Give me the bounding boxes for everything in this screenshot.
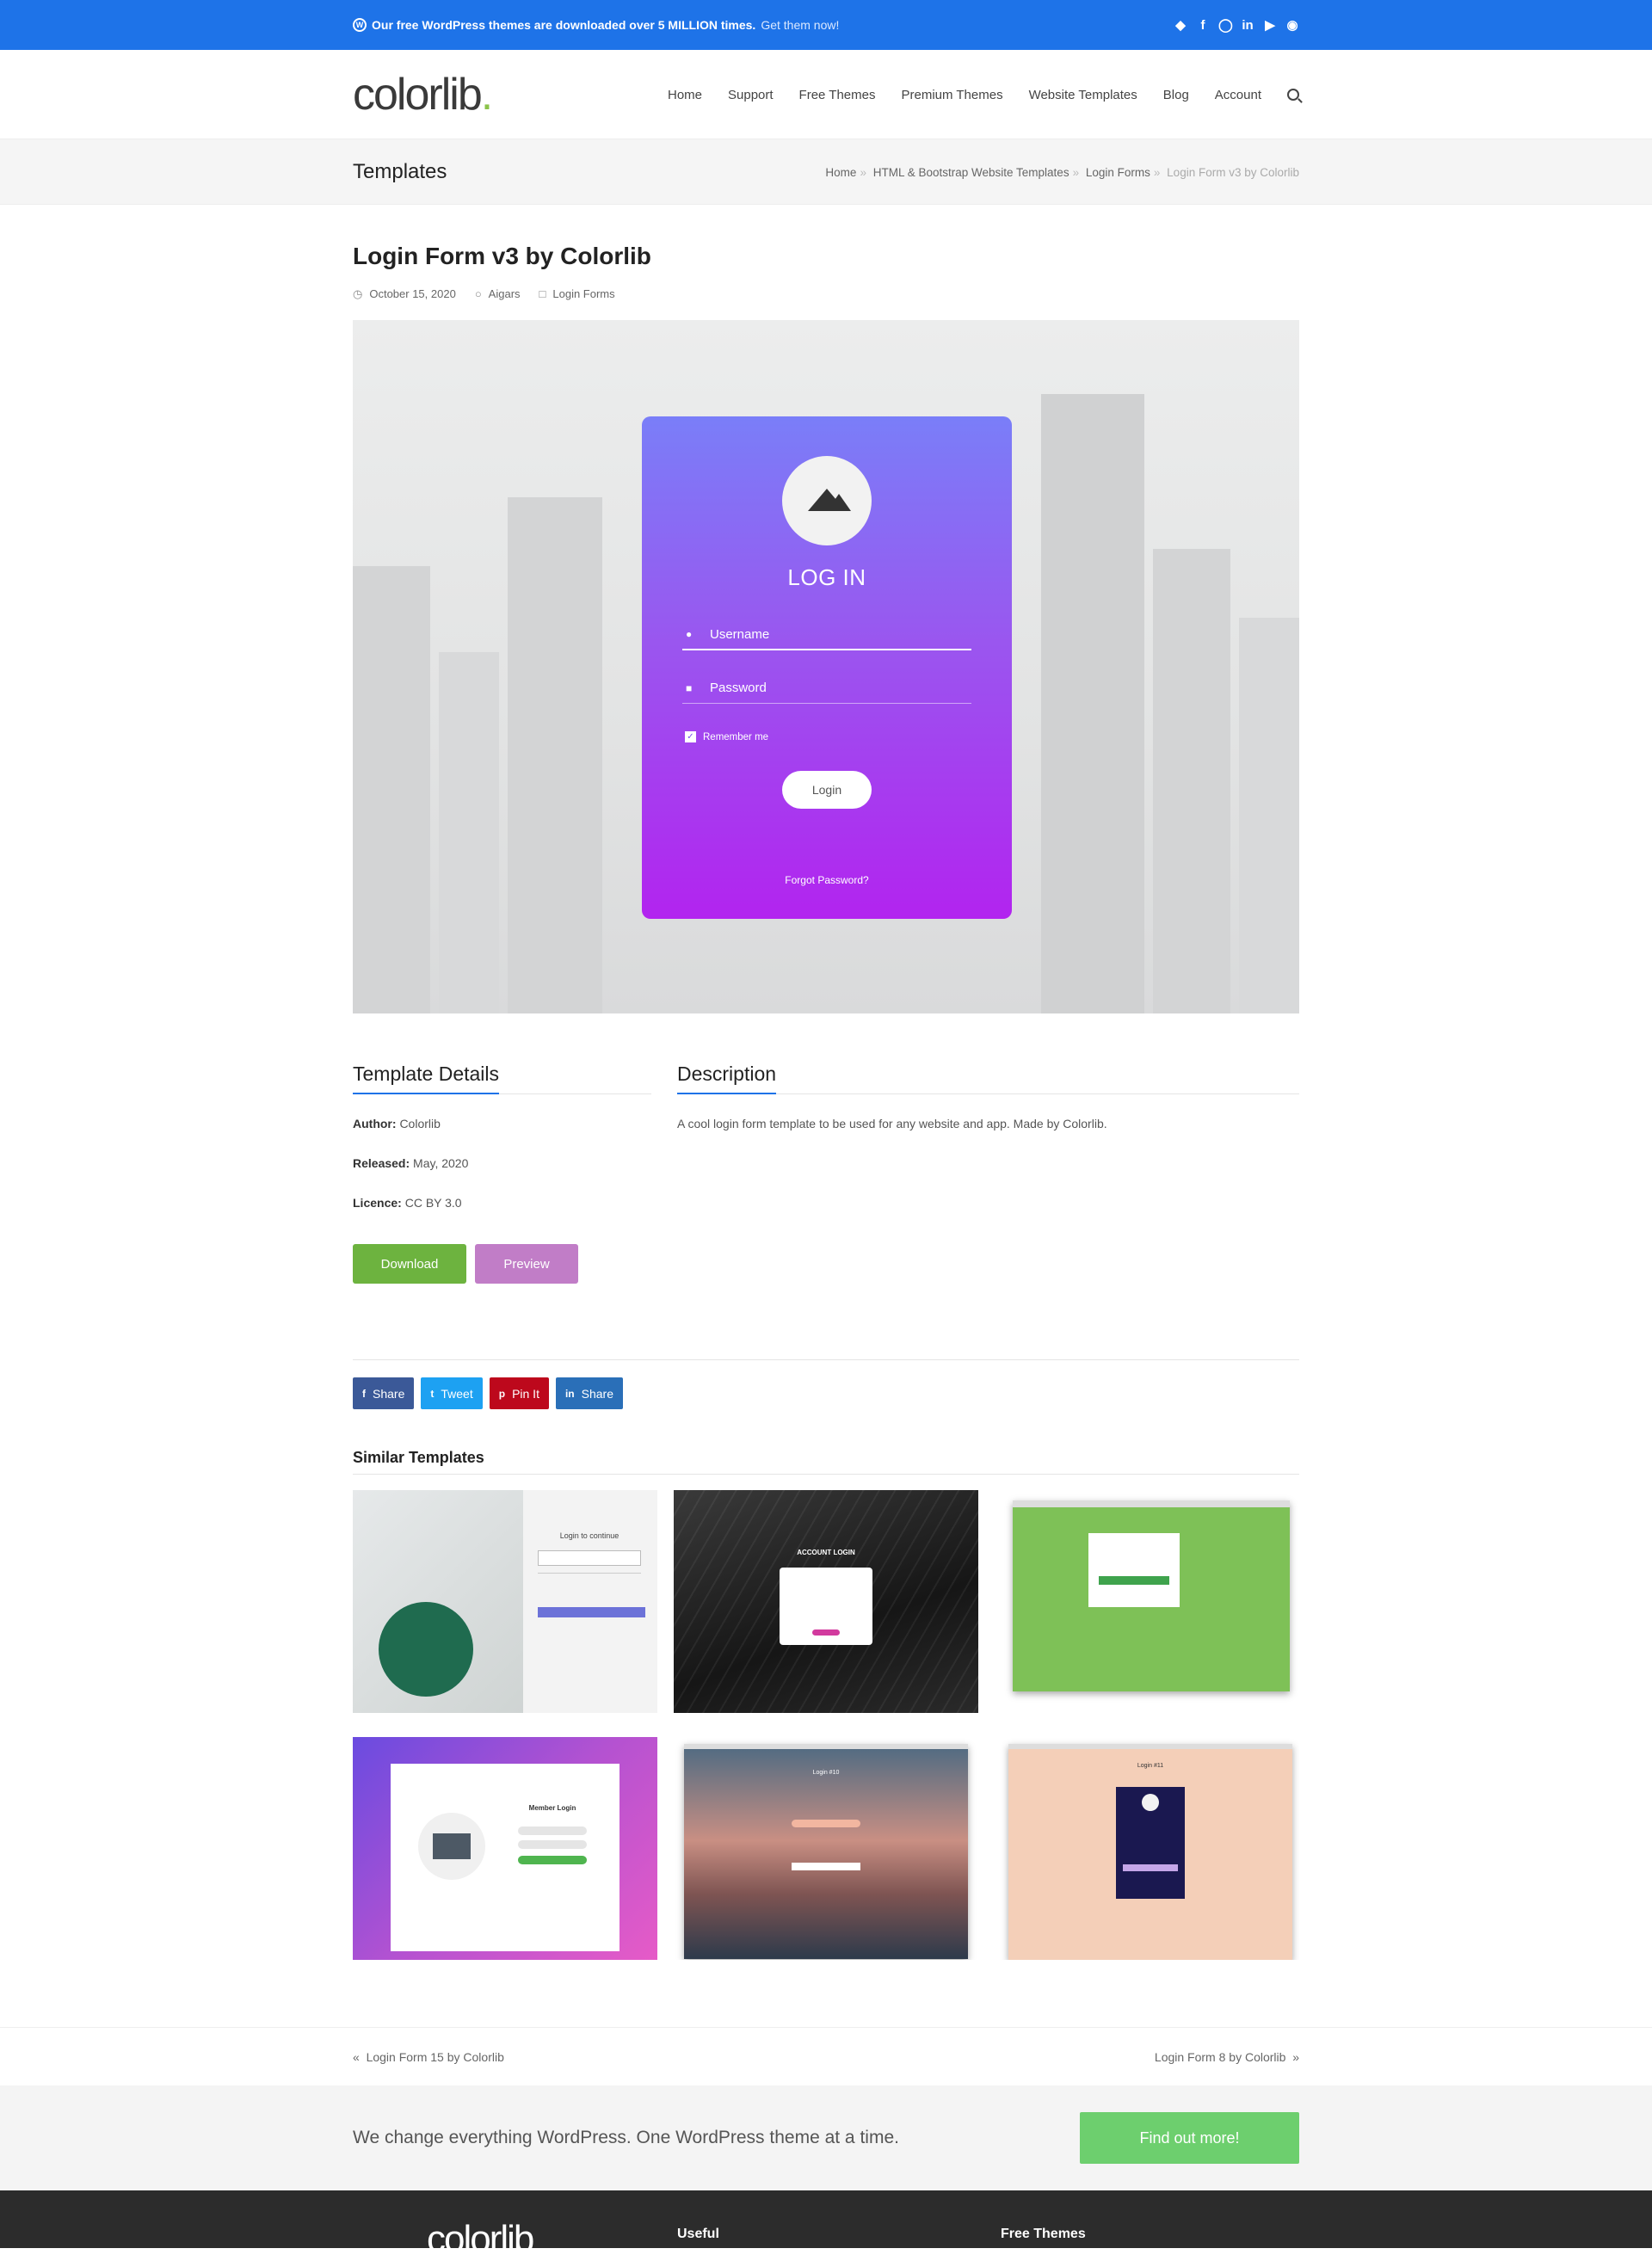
description-heading: Description — [677, 1063, 777, 1094]
login-card-preview: LOG IN ● Username ■ Password ✓ Remember me … — [642, 416, 1012, 919]
template-details: Template Details Author: Colorlib Releas… — [353, 1060, 651, 1284]
breadcrumb-current: Login Form v3 by Colorlib — [1167, 165, 1299, 179]
similar-template-5[interactable]: Login #10 — [674, 1737, 978, 1960]
site-footer: colorlib Useful Free Themes — [0, 2190, 1652, 2260]
username-field[interactable]: ● Username — [682, 619, 971, 650]
nav-home[interactable]: Home — [668, 88, 702, 102]
similar-template-4[interactable]: Member Login — [353, 1737, 657, 1960]
similar-templates: Similar Templates Login to continue ACCO… — [353, 1449, 1299, 1960]
password-field[interactable]: ■ Password — [682, 673, 971, 704]
nav-website-templates[interactable]: Website Templates — [1029, 88, 1137, 102]
detail-licence: Licence: CC BY 3.0 — [353, 1196, 462, 1210]
linkedin-icon[interactable]: in — [1241, 18, 1254, 33]
description-text: A cool login form template to be used fo… — [677, 1117, 1107, 1130]
nav-premium-themes[interactable]: Premium Themes — [901, 88, 1002, 102]
promo-link[interactable]: Get them now! — [761, 18, 839, 32]
main-nav: Home Support Free Themes Premium Themes … — [668, 88, 1299, 102]
article-meta: ◷ October 15, 2020 ○ Aigars □ Login Forms — [353, 287, 1299, 301]
double-chevron-left-icon: « — [353, 2050, 367, 2064]
facebook-icon: f — [362, 1387, 366, 1400]
promo-message: W Our free WordPress themes are download… — [353, 18, 839, 32]
wordpress-icon: W — [353, 18, 367, 32]
article-title: Login Form v3 by Colorlib — [353, 243, 651, 269]
clock-icon: ◷ — [353, 287, 363, 300]
login-card-title: LOG IN — [787, 564, 866, 590]
promo-text: Our free WordPress themes are downloaded… — [372, 18, 756, 32]
similar-template-2[interactable]: ACCOUNT LOGIN — [674, 1490, 978, 1713]
remember-me[interactable]: ✓ Remember me — [685, 731, 768, 742]
details-heading: Template Details — [353, 1063, 500, 1094]
lock-icon: ■ — [686, 681, 693, 694]
similar-template-6[interactable]: Login #11 — [995, 1737, 1299, 1960]
github-icon[interactable]: ◉ — [1285, 17, 1299, 33]
user-icon: ● — [686, 628, 693, 640]
twitter-icon: t — [430, 1387, 435, 1400]
prev-post-link[interactable]: « Login Form 15 by Colorlib — [353, 2050, 504, 2064]
download-button[interactable]: Download — [353, 1244, 466, 1284]
share-buttons: f Share t Tweet p Pin It in Share — [353, 1377, 1299, 1409]
post-category[interactable]: Login Forms — [552, 287, 614, 300]
template-preview-image: LOG IN ● Username ■ Password ✓ Remember me … — [353, 320, 1299, 1013]
forgot-password-link[interactable]: Forgot Password? — [642, 874, 1012, 886]
nav-support[interactable]: Support — [728, 88, 774, 102]
breadcrumb: Home» HTML & Bootstrap Website Templates… — [825, 165, 1299, 179]
similar-template-3[interactable] — [995, 1490, 1299, 1713]
similar-template-1[interactable]: Login to continue — [353, 1490, 657, 1713]
cta-text: We change everything WordPress. One Word… — [353, 2128, 899, 2147]
template-description: Description A cool login form template t… — [677, 1060, 1299, 1284]
promo-bar: W Our free WordPress themes are download… — [0, 0, 1652, 50]
facebook-icon[interactable]: f — [1196, 18, 1210, 33]
linkedin-icon: in — [564, 1387, 575, 1400]
detail-author: Author: Colorlib — [353, 1117, 441, 1130]
similar-heading: Similar Templates — [353, 1449, 1299, 1475]
main-content: Login Form v3 by Colorlib ◷ October 15, 2… — [353, 243, 1299, 1960]
linkedin-share-button[interactable]: in Share — [555, 1377, 623, 1409]
pinterest-share-button[interactable]: p Pin It — [489, 1377, 549, 1409]
login-button[interactable]: Login — [782, 771, 872, 809]
nav-account[interactable]: Account — [1215, 88, 1261, 102]
nav-free-themes[interactable]: Free Themes — [799, 88, 876, 102]
breadcrumb-login-forms[interactable]: Login Forms — [1086, 166, 1150, 179]
breadcrumb-templates[interactable]: HTML & Bootstrap Website Templates — [873, 166, 1069, 179]
youtube-icon[interactable]: ▶ — [1263, 17, 1277, 33]
post-navigation: « Login Form 15 by Colorlib Login Form 8… — [0, 2027, 1652, 2085]
footer-logo[interactable]: colorlib — [427, 2218, 534, 2261]
next-post-link[interactable]: Login Form 8 by Colorlib » — [1155, 2050, 1299, 2064]
footer-heading-free-themes: Free Themes — [1001, 2227, 1086, 2241]
cta-banner: We change everything WordPress. One Word… — [0, 2085, 1652, 2190]
site-header: colorlib. Home Support Free Themes Premi… — [0, 50, 1652, 139]
social-links: ◆ f ◯ in ▶ ◉ — [1174, 17, 1299, 34]
post-date: October 15, 2020 — [369, 287, 456, 300]
avatar — [782, 456, 872, 545]
page-title-bar: Templates Home» HTML & Bootstrap Website… — [0, 139, 1652, 205]
user-icon: ○ — [474, 287, 482, 300]
preview-button[interactable]: Preview — [475, 1244, 578, 1284]
double-chevron-right-icon: » — [1285, 2050, 1299, 2064]
folder-icon: □ — [539, 287, 546, 300]
post-author[interactable]: Aigars — [489, 287, 521, 300]
page-title: Templates — [353, 160, 447, 183]
facebook-share-button[interactable]: f Share — [353, 1377, 415, 1409]
twitter-share-button[interactable]: t Tweet — [421, 1377, 483, 1409]
footer-heading-useful: Useful — [677, 2227, 719, 2241]
site-logo[interactable]: colorlib. — [353, 69, 493, 120]
detail-released: Released: May, 2020 — [353, 1156, 469, 1170]
nav-blog[interactable]: Blog — [1163, 88, 1189, 102]
find-out-more-button[interactable]: Find out more! — [1080, 2112, 1299, 2164]
instagram-icon[interactable]: ◯ — [1218, 17, 1233, 33]
pinterest-icon: p — [498, 1387, 506, 1400]
twitter-icon[interactable]: ◆ — [1174, 17, 1187, 33]
checkbox[interactable]: ✓ — [685, 731, 696, 742]
breadcrumb-home[interactable]: Home — [825, 166, 856, 179]
search-icon[interactable] — [1287, 89, 1299, 101]
